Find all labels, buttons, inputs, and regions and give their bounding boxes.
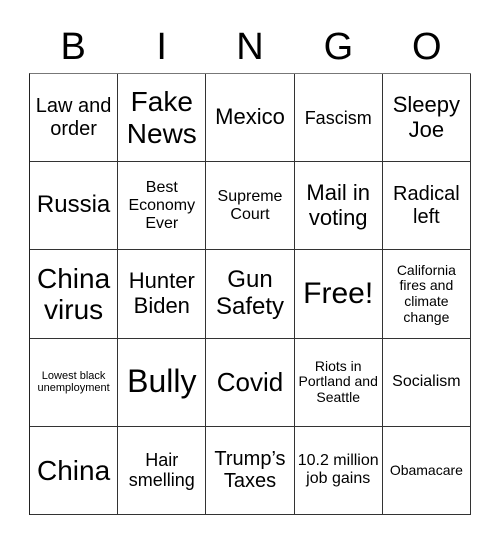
- bingo-cell[interactable]: Mail in voting: [294, 162, 383, 251]
- bingo-grid: Law and order Fake News Mexico Fascism S…: [29, 73, 471, 515]
- bingo-cell[interactable]: Mexico: [206, 74, 295, 163]
- bingo-cell[interactable]: Sleepy Joe: [382, 74, 471, 163]
- bingo-cell[interactable]: Lowest black unemployment: [30, 338, 119, 427]
- bingo-cell[interactable]: Gun Safety: [206, 250, 295, 339]
- bingo-cell[interactable]: Supreme Court: [206, 162, 295, 251]
- bingo-cell[interactable]: California fires and climate change: [382, 250, 471, 339]
- bingo-cell[interactable]: Bully: [118, 338, 207, 427]
- header-letter-i: I: [156, 26, 167, 68]
- bingo-cell[interactable]: Riots in Portland and Seattle: [294, 338, 383, 427]
- free-space-cell[interactable]: Free!: [294, 250, 383, 339]
- header-letter-o: O: [412, 26, 442, 68]
- bingo-cell[interactable]: Hunter Biden: [118, 250, 207, 339]
- bingo-cell[interactable]: China: [30, 426, 119, 515]
- bingo-cell[interactable]: Covid: [206, 338, 295, 427]
- bingo-cell[interactable]: Law and order: [30, 74, 119, 163]
- bingo-cell[interactable]: Socialism: [382, 338, 471, 427]
- bingo-cell[interactable]: Radical left: [382, 162, 471, 251]
- header-letter-g: G: [323, 26, 354, 68]
- bingo-cell[interactable]: China virus: [30, 250, 119, 339]
- bingo-cell[interactable]: Hair smelling: [118, 426, 207, 515]
- bingo-cell[interactable]: Best Economy Ever: [118, 162, 207, 251]
- bingo-cell[interactable]: Russia: [30, 162, 119, 251]
- header-letter-b: B: [60, 26, 86, 68]
- header-letter-n: N: [236, 26, 264, 68]
- bingo-cell[interactable]: Fascism: [294, 74, 383, 163]
- bingo-cell[interactable]: Trump’s Taxes: [206, 426, 295, 515]
- bingo-cell[interactable]: Obamacare: [382, 426, 471, 515]
- bingo-cell[interactable]: 10.2 million job gains: [294, 426, 383, 515]
- bingo-cell[interactable]: Fake News: [118, 74, 207, 163]
- bingo-header: B I N G O: [29, 22, 471, 72]
